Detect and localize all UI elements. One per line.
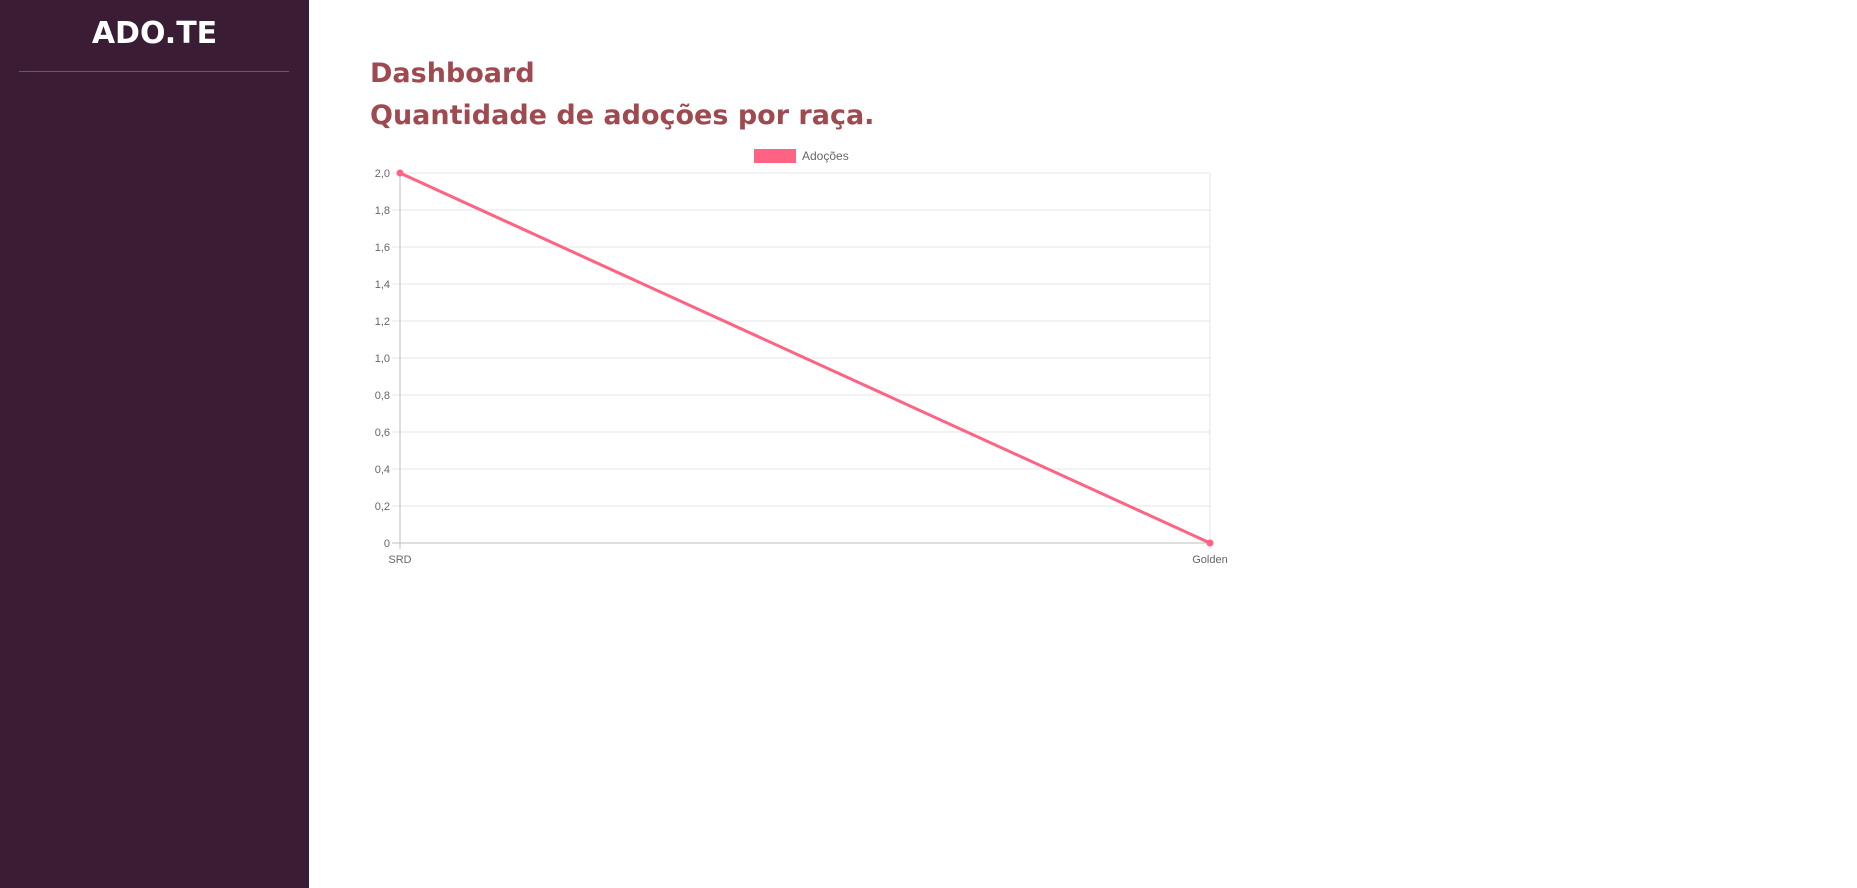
x-tick-label: Golden <box>1192 554 1227 566</box>
y-tick-label: 2,0 <box>375 168 390 180</box>
y-tick-label: 1,0 <box>375 353 390 365</box>
y-tick-label: 1,6 <box>375 242 390 254</box>
adoptions-line-chart: 0 0,2 0,4 0,6 0,8 1,0 1,2 1,4 1,6 1,8 2,0 SRD Golden… <box>375 149 1228 566</box>
data-point[interactable] <box>396 169 404 177</box>
chart-legend[interactable]: Adoções <box>754 149 849 163</box>
legend-label: Adoções <box>802 149 849 163</box>
x-tick-label: SRD <box>388 554 411 566</box>
data-point[interactable] <box>1206 539 1214 547</box>
y-tick-label: 0,6 <box>375 427 390 439</box>
y-tick-label: 0,4 <box>375 464 390 476</box>
y-tick-label: 1,4 <box>375 279 390 291</box>
y-tick-label: 1,2 <box>375 316 390 328</box>
y-tick-label: 0 <box>384 538 390 550</box>
y-tick-label: 0,2 <box>375 501 390 513</box>
chart-grid <box>392 172 1211 549</box>
legend-swatch <box>754 149 796 163</box>
y-tick-label: 1,8 <box>375 205 390 217</box>
y-tick-label: 0,8 <box>375 390 390 402</box>
